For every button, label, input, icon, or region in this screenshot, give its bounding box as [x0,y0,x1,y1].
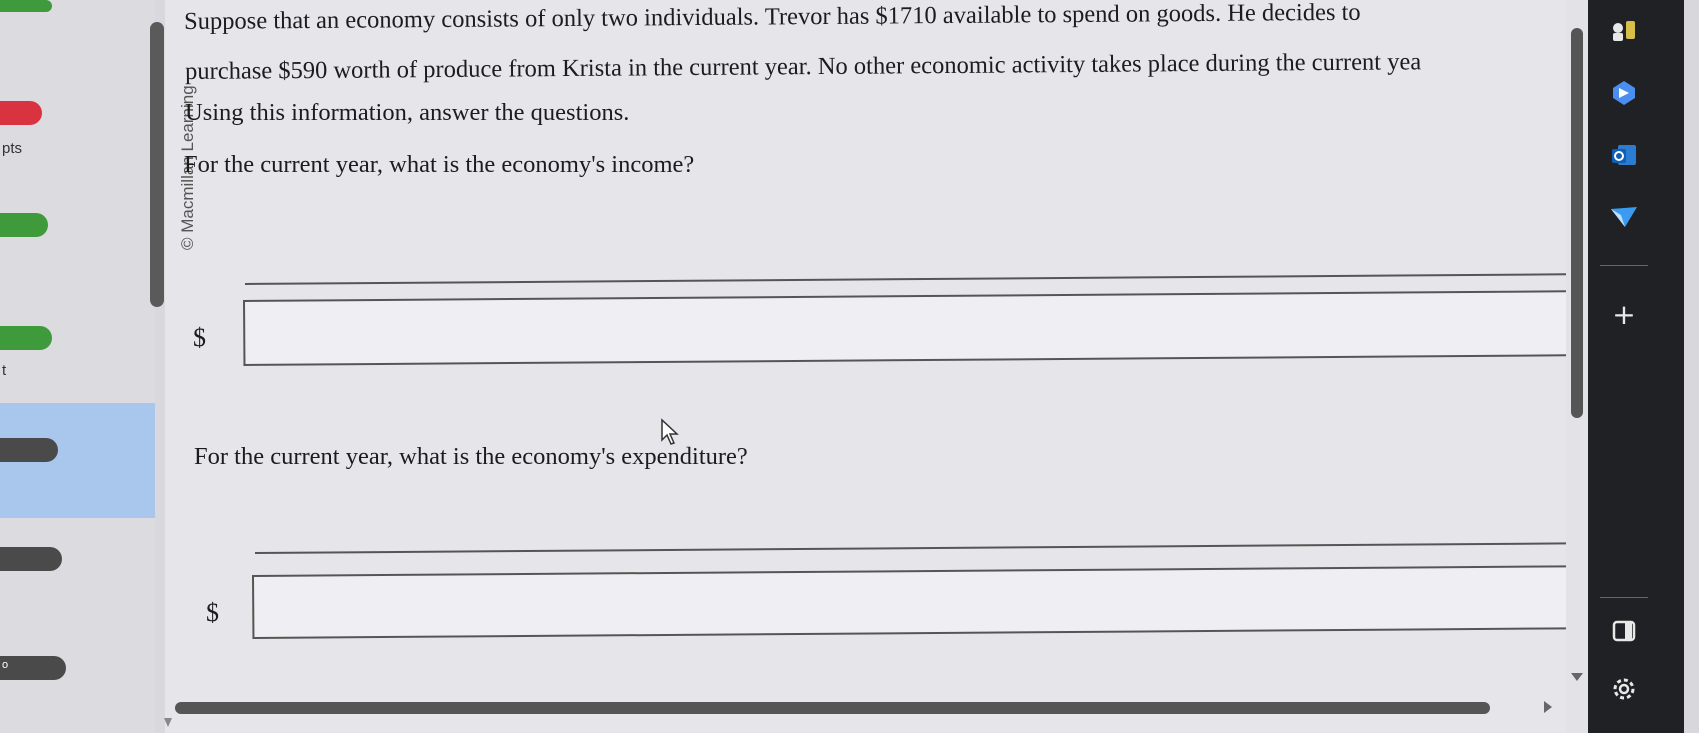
scroll-down-arrow-icon[interactable] [1570,672,1584,682]
sidebar-divider [1600,265,1648,266]
panel-icon[interactable] [1603,610,1645,652]
currency-symbol: $ [193,323,206,352]
income-answer-input[interactable] [243,290,1568,366]
question-text-line3: Using this information, answer the quest… [185,99,630,126]
scroll-left-arrow-icon[interactable] [163,717,173,729]
chess-icon[interactable] [1603,10,1645,52]
outlook-icon[interactable] [1603,134,1645,176]
nav-pill-red[interactable] [0,101,42,125]
question-income-prompt: For the current year, what is the econom… [184,151,695,178]
left-scrollbar[interactable] [150,22,164,307]
currency-symbol: $ [206,598,219,627]
scroll-right-arrow-icon[interactable] [1543,700,1553,714]
copilot-icon[interactable] [1603,72,1645,114]
bottom-scrollbar[interactable] [175,702,1490,714]
nav-pill-dark[interactable] [0,438,58,462]
gear-icon[interactable] [1603,668,1645,710]
question-expenditure-prompt: For the current year, what is the econom… [194,443,748,470]
expenditure-answer-input[interactable] [252,565,1570,639]
t-label: t [2,362,7,379]
nav-pill-red[interactable] [0,0,52,12]
send-icon[interactable] [1603,195,1645,237]
sidebar-divider [1600,597,1648,598]
right-scrollbar-thumb[interactable] [1571,28,1583,418]
plus-icon[interactable]: + [1603,293,1645,335]
nav-pill-dark[interactable] [0,547,62,571]
nav-item-glyph: o [2,659,9,671]
pts-label: pts [2,140,23,157]
nav-pill-green[interactable] [0,326,52,350]
nav-pill-dark[interactable]: o [0,656,66,680]
mouse-cursor-icon [661,418,679,445]
screen-edge [1684,0,1699,733]
nav-pill-green[interactable] [0,213,48,237]
left-nav-panel: pts t o [0,0,155,733]
